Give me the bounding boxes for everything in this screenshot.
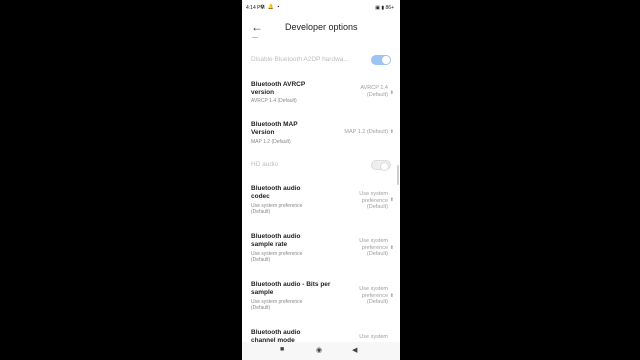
toggle-knob: [380, 162, 389, 171]
nav-back-icon[interactable]: ◀: [352, 346, 357, 354]
setting-label: HD audio: [251, 161, 279, 168]
setting-label: Bluetooth audio channel mode: [251, 329, 301, 342]
home-icon[interactable]: ◉: [316, 346, 322, 354]
setting-hd-audio[interactable]: HD audio: [242, 159, 400, 173]
setting-avrcp-version[interactable]: Bluetooth AVRCP version AVRCP 1.4 (Defau…: [242, 80, 400, 108]
setting-label: Disable Bluetooth A2DP hardwa...: [251, 56, 349, 63]
dropdown-chevron-icon: ⬍: [389, 293, 394, 299]
dropdown-chevron-icon: ⬍: [389, 245, 394, 251]
back-arrow-icon[interactable]: ←: [251, 20, 263, 34]
setting-audio-codec[interactable]: Bluetooth audio codec Use system prefere…: [242, 184, 400, 220]
setting-map-version[interactable]: Bluetooth MAP Version MAP 1.2 (Default) …: [242, 121, 400, 149]
setting-value: Use system preference (Default): [359, 191, 388, 210]
setting-value: Use system preference (Default): [359, 286, 388, 305]
scrolled-content-edge: [252, 37, 258, 38]
setting-summary: Use system preference (Default): [251, 299, 303, 311]
phone-screen: 4:14 PM ⚙ 🔔 ▪ ▣ ▮ 86+ ← Developer option…: [242, 0, 400, 360]
recents-icon[interactable]: ■: [280, 346, 284, 353]
setting-channel-mode[interactable]: Bluetooth audio channel mode Use system: [242, 328, 400, 342]
setting-disable-a2dp[interactable]: Disable Bluetooth A2DP hardwa...: [242, 54, 400, 68]
setting-summary: Use system preference (Default): [251, 251, 303, 263]
app-bar: ← Developer options: [242, 20, 400, 36]
setting-value: Use system: [359, 334, 388, 340]
setting-summary: Use system preference (Default): [251, 203, 303, 215]
setting-summary: AVRCP 1.4 (Default): [251, 98, 297, 104]
toggle-knob: [382, 56, 390, 64]
dropdown-chevron-icon: ⬍: [389, 129, 394, 135]
setting-label: Bluetooth audio sample rate: [251, 233, 301, 248]
setting-label: Bluetooth AVRCP version: [251, 81, 306, 96]
hd-audio-toggle[interactable]: [371, 160, 391, 171]
status-right-icons: ▣ ▮ 86+: [375, 5, 394, 11]
setting-summary: MAP 1.2 (Default): [251, 139, 291, 145]
dropdown-chevron-icon: ⬍: [389, 197, 394, 203]
setting-label: Bluetooth audio codec: [251, 185, 301, 200]
setting-sample-rate[interactable]: Bluetooth audio sample rate Use system p…: [242, 232, 400, 268]
page-title: Developer options: [285, 22, 358, 32]
system-nav-bar: ■ ◉ ◀: [242, 342, 400, 360]
dropdown-chevron-icon: ⬍: [389, 90, 394, 96]
a2dp-toggle[interactable]: [371, 55, 391, 65]
setting-bits-per-sample[interactable]: Bluetooth audio - Bits per sample Use sy…: [242, 280, 400, 316]
notification-icons: ⚙ 🔔 ▪: [260, 4, 281, 10]
scrollbar[interactable]: [397, 165, 399, 185]
status-bar: 4:14 PM ⚙ 🔔 ▪ ▣ ▮ 86+: [242, 4, 400, 14]
setting-value: AVRCP 1.4 (Default): [360, 85, 388, 98]
setting-label: Bluetooth audio - Bits per sample: [251, 281, 331, 296]
setting-value: MAP 1.2 (Default): [344, 129, 388, 135]
setting-value: Use system preference (Default): [359, 238, 388, 257]
setting-label: Bluetooth MAP Version: [251, 121, 298, 136]
